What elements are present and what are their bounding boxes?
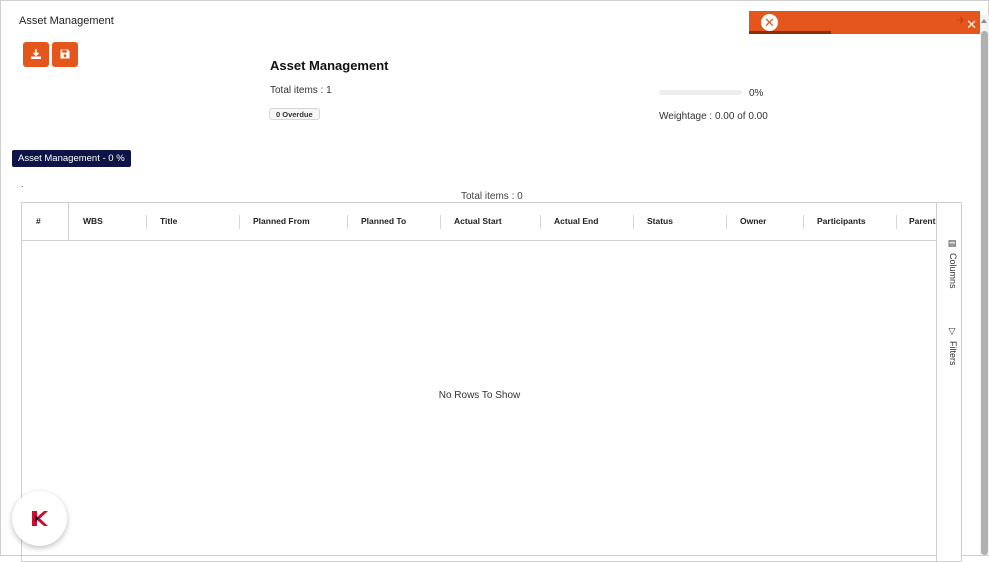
- scroll-up-arrow-icon[interactable]: [981, 19, 987, 23]
- column-separator[interactable]: [239, 215, 240, 229]
- column-separator[interactable]: [540, 215, 541, 229]
- scrollbar-thumb[interactable]: [981, 31, 988, 555]
- error-toast[interactable]: ✕ ✈ ✕: [749, 11, 980, 34]
- group-marker: .: [21, 179, 24, 189]
- toast-timer-bar: [749, 31, 831, 34]
- grid-total-items: Total items : 0: [461, 191, 523, 202]
- column-separator[interactable]: [726, 215, 727, 229]
- column-header-planned-from[interactable]: Planned From: [253, 203, 310, 240]
- empty-grid-message: No Rows To Show: [438, 390, 521, 401]
- summary-total-items: Total items : 1: [270, 85, 332, 96]
- vertical-scrollbar[interactable]: [980, 15, 989, 555]
- filters-tab-label: Filters: [948, 341, 958, 366]
- column-header-status[interactable]: Status: [647, 203, 673, 240]
- column-header-participants[interactable]: Participants: [817, 203, 866, 240]
- column-header-wbs[interactable]: WBS: [83, 203, 103, 240]
- filter-icon: ▽: [948, 327, 958, 337]
- column-header-actual-end[interactable]: Actual End: [554, 203, 598, 240]
- app-logo-button[interactable]: [12, 491, 67, 546]
- column-separator[interactable]: [896, 215, 897, 229]
- app-window: Asset Management ✕ ✈ ✕ Asset Management …: [0, 0, 989, 562]
- save-button[interactable]: [52, 42, 78, 67]
- column-separator[interactable]: [440, 215, 441, 229]
- grid-side-bar: ▤ Columns ▽ Filters: [936, 203, 961, 561]
- summary-title: Asset Management: [270, 58, 389, 73]
- weightage-text: Weightage : 0.00 of 0.00: [659, 111, 768, 122]
- grid-header: # WBS Title Planned From Planned To Actu…: [22, 203, 937, 241]
- download-icon: [31, 49, 41, 59]
- save-icon: [60, 49, 70, 59]
- column-header-planned-to[interactable]: Planned To: [361, 203, 406, 240]
- columns-tab[interactable]: ▤ Columns: [942, 239, 958, 289]
- close-icon[interactable]: ✕: [966, 18, 977, 31]
- data-grid: # WBS Title Planned From Planned To Actu…: [21, 202, 962, 562]
- columns-icon: ▤: [948, 239, 958, 249]
- column-header-owner[interactable]: Owner: [740, 203, 766, 240]
- app-logo-icon: [32, 511, 48, 526]
- column-header-title[interactable]: Title: [160, 203, 177, 240]
- progress-label: 0%: [749, 88, 764, 99]
- error-x-icon: ✕: [761, 14, 778, 31]
- window-title: Asset Management: [19, 15, 114, 27]
- pin-icon[interactable]: ✈: [957, 14, 966, 27]
- column-header-index[interactable]: #: [36, 203, 41, 240]
- column-separator[interactable]: [803, 215, 804, 229]
- download-button[interactable]: [23, 42, 49, 67]
- columns-tab-label: Columns: [948, 253, 958, 289]
- group-badge[interactable]: Asset Management - 0 %: [12, 150, 131, 167]
- column-separator[interactable]: [146, 215, 147, 229]
- column-separator[interactable]: [633, 215, 634, 229]
- column-header-parent[interactable]: Parent: [909, 203, 935, 240]
- column-divider: [68, 203, 69, 240]
- progress-bar: [659, 90, 742, 95]
- column-header-actual-start[interactable]: Actual Start: [454, 203, 502, 240]
- overdue-badge[interactable]: 0 Overdue: [269, 108, 320, 120]
- filters-tab[interactable]: ▽ Filters: [942, 327, 958, 366]
- column-separator[interactable]: [347, 215, 348, 229]
